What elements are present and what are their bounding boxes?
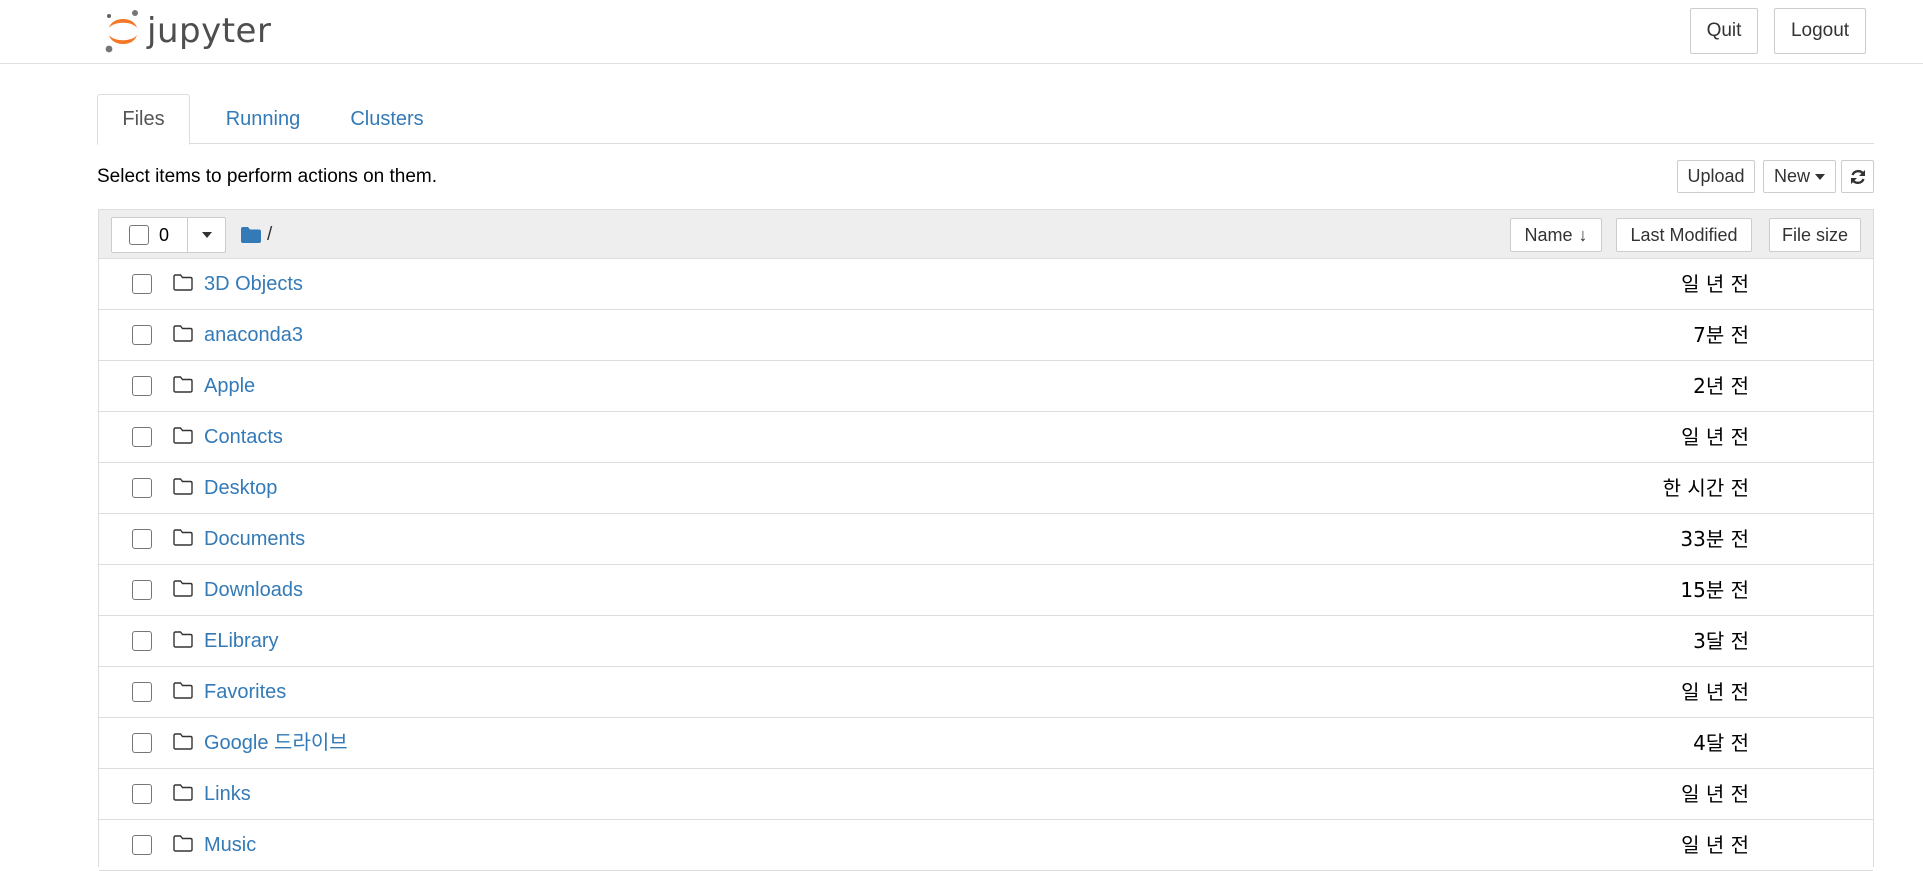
- sort-by-modified-button[interactable]: Last Modified: [1616, 218, 1752, 252]
- sort-name-label: Name: [1524, 224, 1573, 245]
- folder-solid-icon[interactable]: [241, 227, 261, 243]
- select-all-toggle[interactable]: 0: [112, 218, 188, 252]
- item-checkbox[interactable]: [132, 325, 152, 345]
- item-name-link[interactable]: Apple: [204, 373, 255, 399]
- item-name-link[interactable]: Links: [204, 781, 251, 807]
- selection-menu-button[interactable]: [188, 218, 225, 252]
- folder-icon: [173, 835, 193, 852]
- folder-icon: [173, 376, 193, 393]
- breadcrumb: /: [241, 210, 272, 260]
- refresh-button[interactable]: [1841, 160, 1874, 193]
- folder-icon: [173, 529, 193, 546]
- sort-by-size-button[interactable]: File size: [1769, 218, 1861, 252]
- tab-clusters[interactable]: Clusters: [332, 94, 442, 145]
- list-item[interactable]: Desktop 한 시간 전: [99, 463, 1873, 514]
- quit-button[interactable]: Quit: [1690, 8, 1758, 54]
- item-name-link[interactable]: Contacts: [204, 424, 283, 450]
- item-checkbox[interactable]: [132, 427, 152, 447]
- list-item[interactable]: Contacts 일 년 전: [99, 412, 1873, 463]
- tab-bar: Files Running Clusters: [97, 94, 1874, 145]
- file-list-header: 0 / Name ↓ Last Modified File size: [99, 209, 1873, 259]
- item-last-modified: 일 년 전: [1681, 782, 1749, 806]
- item-name-link[interactable]: Documents: [204, 526, 305, 552]
- folder-icon: [173, 733, 193, 750]
- item-name-link[interactable]: Favorites: [204, 679, 286, 705]
- folder-icon: [173, 427, 193, 444]
- item-checkbox[interactable]: [132, 529, 152, 549]
- item-name-link[interactable]: Downloads: [204, 577, 303, 603]
- folder-icon: [173, 325, 193, 342]
- item-last-modified: 4달 전: [1693, 731, 1749, 755]
- folder-icon: [173, 478, 193, 495]
- item-checkbox[interactable]: [132, 835, 152, 855]
- item-last-modified: 7분 전: [1693, 323, 1749, 347]
- list-item[interactable]: Apple 2년 전: [99, 361, 1873, 412]
- item-checkbox[interactable]: [132, 478, 152, 498]
- caret-down-icon: [201, 232, 212, 238]
- upload-button[interactable]: Upload: [1677, 160, 1755, 193]
- brand-name: jupyter: [147, 11, 272, 51]
- folder-icon: [173, 580, 193, 597]
- list-item[interactable]: Downloads 15분 전: [99, 565, 1873, 616]
- folder-icon: [173, 631, 193, 648]
- item-name-link[interactable]: anaconda3: [204, 322, 303, 348]
- caret-down-icon: [1815, 173, 1825, 180]
- item-name-link[interactable]: Desktop: [204, 475, 277, 501]
- item-last-modified: 2년 전: [1693, 374, 1749, 398]
- item-last-modified: 한 시간 전: [1662, 476, 1749, 500]
- item-name-link[interactable]: ELibrary: [204, 628, 278, 654]
- tab-files[interactable]: Files: [97, 94, 190, 145]
- tab-running[interactable]: Running: [208, 94, 318, 145]
- folder-icon: [173, 784, 193, 801]
- refresh-icon: [1850, 169, 1865, 184]
- item-last-modified: 일 년 전: [1681, 680, 1749, 704]
- item-last-modified: 3달 전: [1693, 629, 1749, 653]
- item-checkbox[interactable]: [132, 733, 152, 753]
- item-last-modified: 15분 전: [1680, 578, 1749, 602]
- jupyter-logo[interactable]: jupyter: [103, 8, 271, 54]
- jupyter-logo-icon: [105, 10, 138, 53]
- list-item[interactable]: ELibrary 3달 전: [99, 616, 1873, 667]
- item-last-modified: 33분 전: [1680, 527, 1749, 551]
- item-checkbox[interactable]: [132, 274, 152, 294]
- list-item[interactable]: 3D Objects 일 년 전: [99, 259, 1873, 310]
- selection-control: 0: [111, 217, 226, 253]
- item-last-modified: 일 년 전: [1681, 272, 1749, 296]
- item-checkbox[interactable]: [132, 682, 152, 702]
- sort-by-name-button[interactable]: Name ↓: [1510, 218, 1602, 252]
- item-last-modified: 일 년 전: [1681, 833, 1749, 857]
- list-item[interactable]: Favorites 일 년 전: [99, 667, 1873, 718]
- item-checkbox[interactable]: [132, 631, 152, 651]
- file-rows: 3D Objects 일 년 전 anaconda3 7분 전 Apple 2년…: [99, 259, 1873, 871]
- arrow-down-icon: ↓: [1578, 224, 1588, 245]
- selected-count: 0: [159, 224, 170, 245]
- list-item[interactable]: Documents 33분 전: [99, 514, 1873, 565]
- new-dropdown-button[interactable]: New: [1763, 160, 1836, 193]
- header: jupyter Quit Logout: [0, 0, 1923, 64]
- item-checkbox[interactable]: [132, 784, 152, 804]
- logout-button[interactable]: Logout: [1774, 8, 1866, 54]
- list-item[interactable]: Google 드라이브 4달 전: [99, 718, 1873, 769]
- list-item[interactable]: Music 일 년 전: [99, 820, 1873, 871]
- item-checkbox[interactable]: [132, 376, 152, 396]
- folder-icon: [173, 274, 193, 291]
- item-name-link[interactable]: 3D Objects: [204, 271, 303, 297]
- list-item[interactable]: anaconda3 7분 전: [99, 310, 1873, 361]
- selection-hint: Select items to perform actions on them.: [97, 166, 438, 187]
- list-item[interactable]: Links 일 년 전: [99, 769, 1873, 820]
- new-button-label: New: [1773, 166, 1810, 186]
- item-checkbox[interactable]: [132, 580, 152, 600]
- item-name-link[interactable]: Music: [204, 832, 256, 858]
- breadcrumb-root[interactable]: /: [267, 224, 272, 246]
- select-all-checkbox[interactable]: [129, 225, 149, 245]
- item-last-modified: 일 년 전: [1681, 425, 1749, 449]
- file-list: 0 / Name ↓ Last Modified File size 3D Ob…: [98, 209, 1874, 871]
- folder-icon: [173, 682, 193, 699]
- item-name-link[interactable]: Google 드라이브: [204, 730, 348, 756]
